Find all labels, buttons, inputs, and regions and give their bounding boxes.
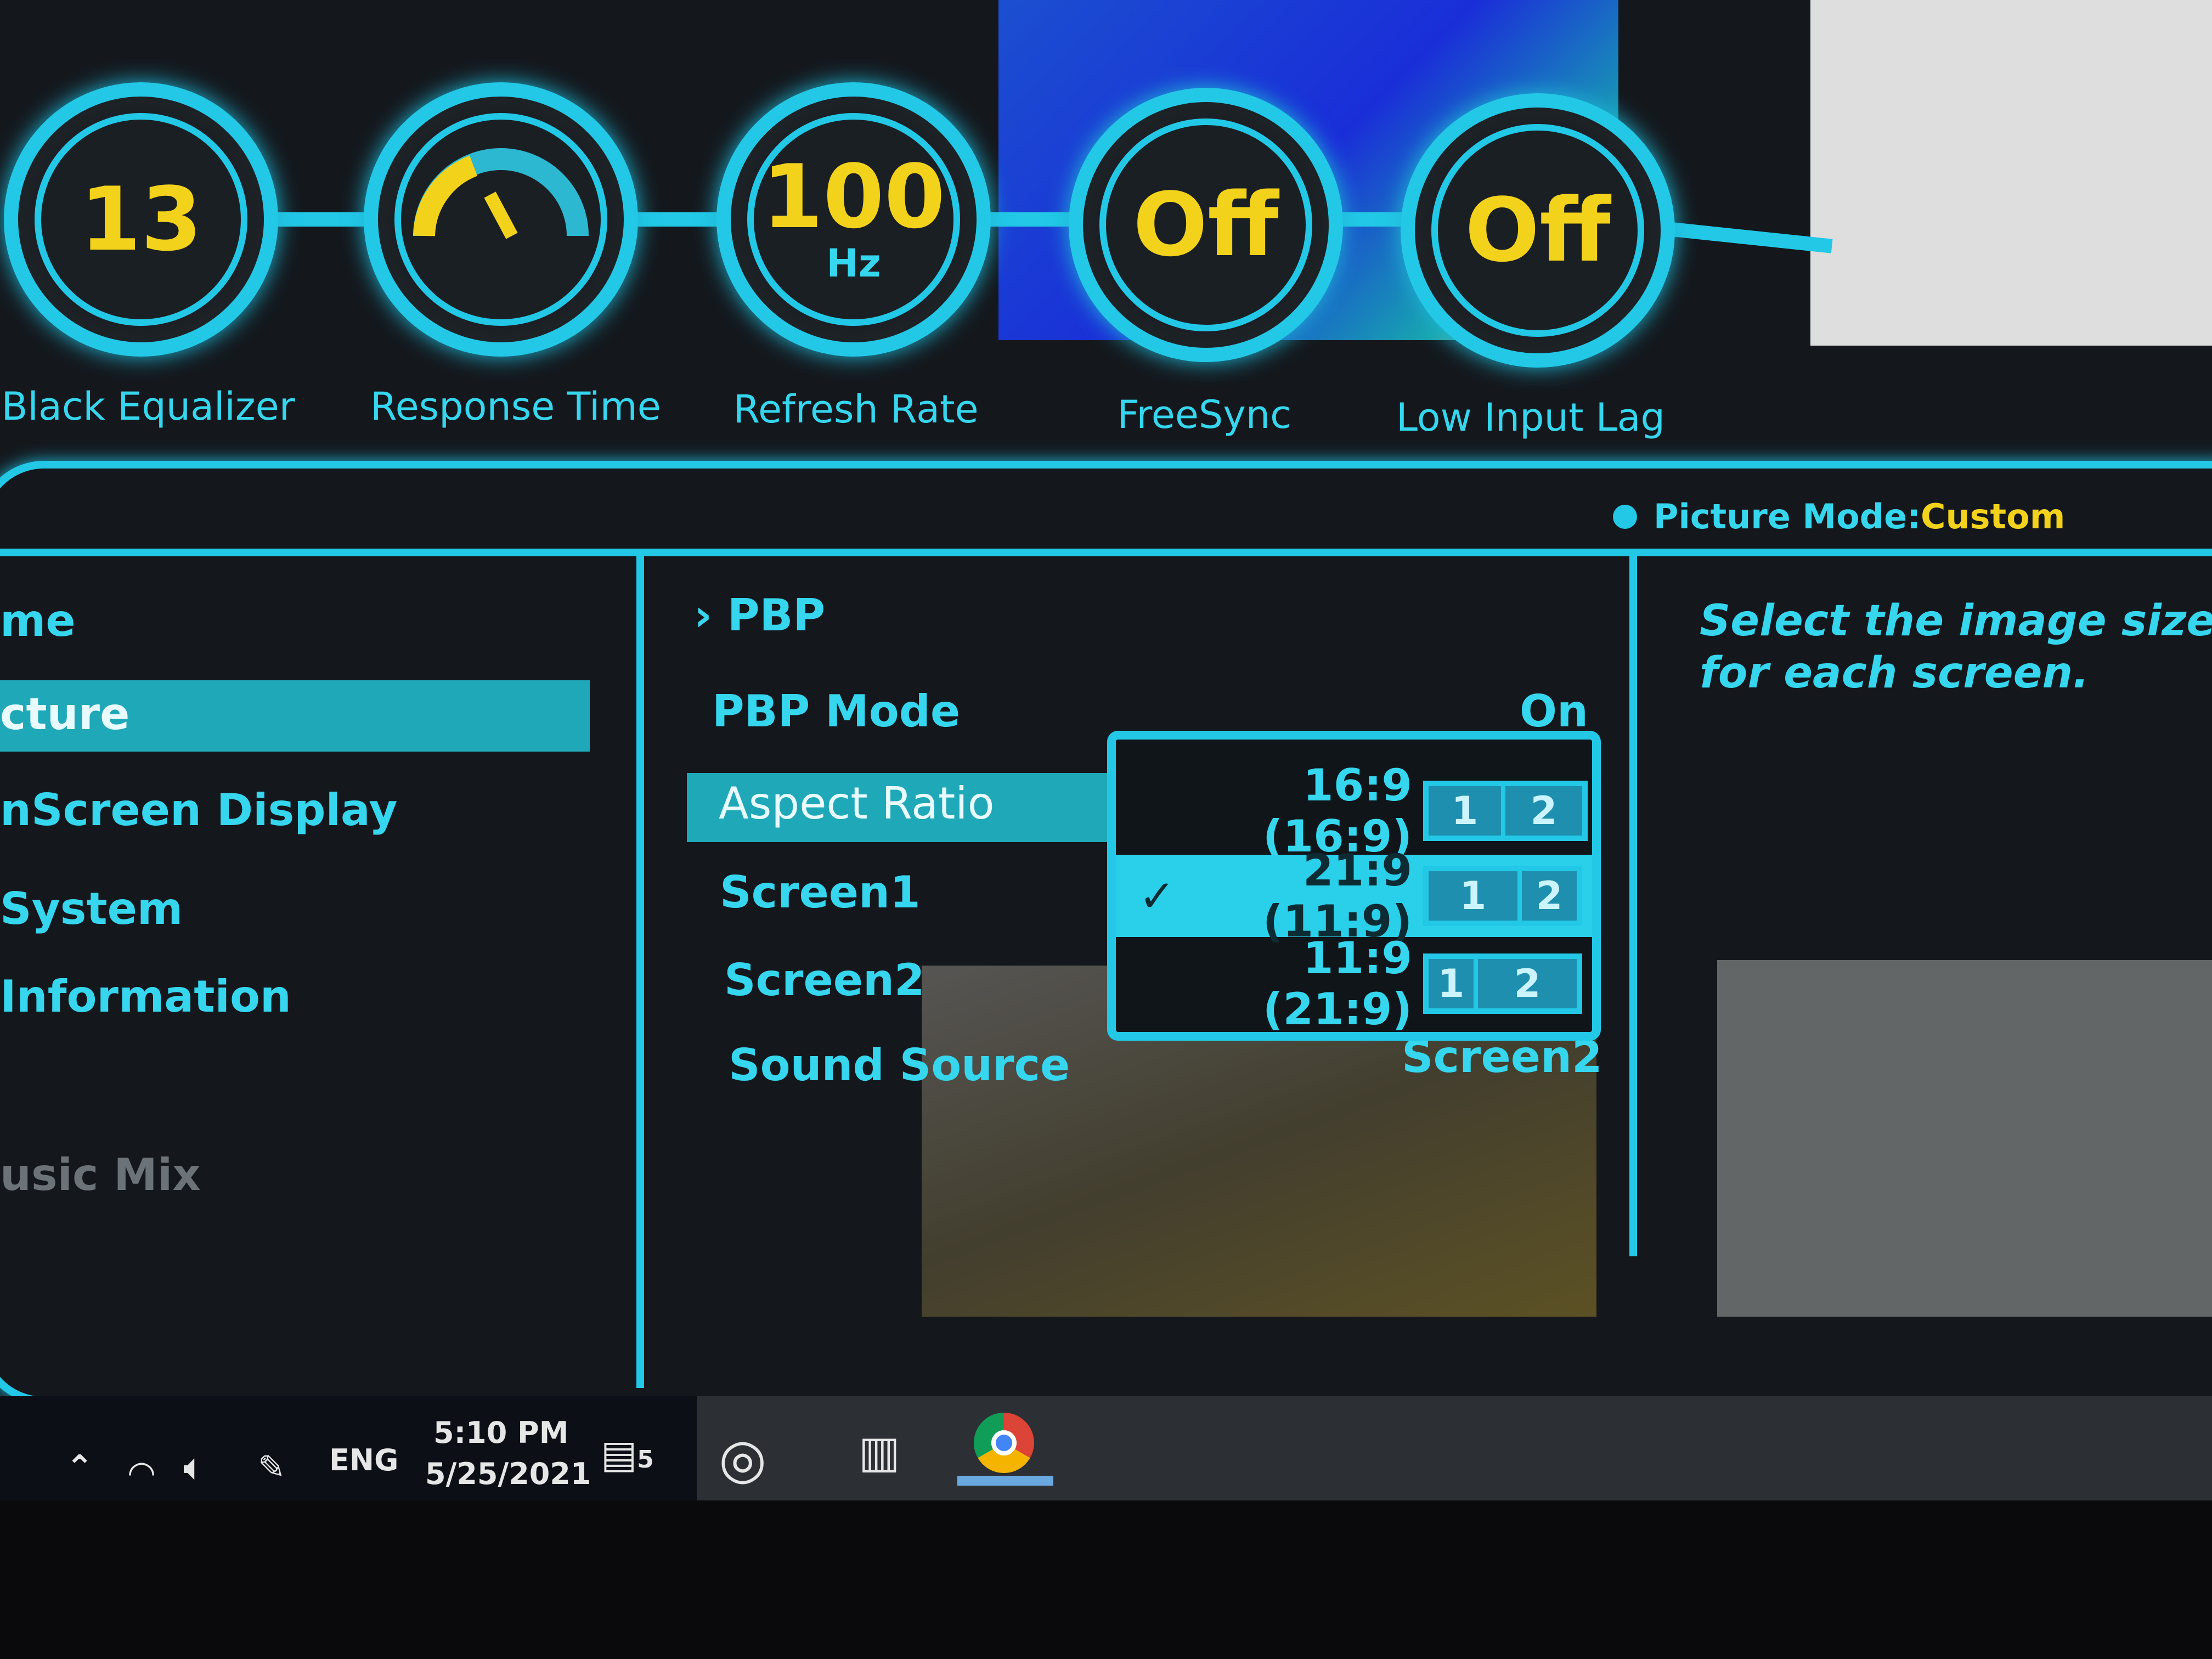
- menu-item-information[interactable]: Information: [0, 971, 291, 1022]
- chrome-active-indicator: [957, 1476, 1053, 1486]
- status-dot-icon: [1613, 504, 1637, 529]
- menu-item-onscreen-display[interactable]: nScreen Display: [0, 785, 398, 836]
- column-divider: [1629, 554, 1637, 1256]
- aspect-ratio-dropdown: 16:9 (16:9) 12 ✓ 21:9 (11:9) 12 11:9 (21…: [1107, 731, 1601, 1041]
- aspect-option-selected[interactable]: ✓ 21:9 (11:9) 12: [1116, 845, 1592, 947]
- gauge-black-equalizer[interactable]: 13: [4, 82, 278, 357]
- speedometer-icon: [413, 148, 589, 239]
- gauge-label: Response Time: [370, 384, 661, 429]
- pen-icon[interactable]: ✎: [258, 1448, 285, 1487]
- gauge-value: Off: [1133, 173, 1279, 276]
- cortana-icon[interactable]: ◎: [719, 1426, 766, 1491]
- gauge-low-input-lag[interactable]: Off: [1401, 93, 1675, 368]
- gauge-label: Low Input Lag: [1396, 395, 1665, 440]
- gauge-label: FreeSync: [1117, 392, 1291, 437]
- language-indicator[interactable]: ENG: [329, 1443, 398, 1477]
- screen1-item[interactable]: Screen1: [720, 867, 921, 918]
- task-view-icon[interactable]: ▥: [859, 1426, 900, 1477]
- screen-split-icon: 12: [1423, 953, 1582, 1014]
- chevron-right-icon: ›: [694, 590, 727, 641]
- submenu-title: PBP: [727, 590, 826, 641]
- option-label: 21:9 (11:9): [1262, 845, 1412, 947]
- help-text: Select the image size for each screen.: [1700, 596, 2212, 698]
- wifi-icon[interactable]: ◠: [129, 1454, 154, 1492]
- gauge-label: Black Equalizer: [1, 384, 295, 429]
- taskbar-apps-area: [697, 1396, 2212, 1500]
- gauge-connector: [1667, 222, 1833, 253]
- gauge-response-time[interactable]: [364, 82, 638, 357]
- notifications-icon[interactable]: ▤5: [601, 1432, 654, 1477]
- gauge-label: Refresh Rate: [733, 387, 979, 432]
- column-divider: [636, 554, 644, 1388]
- aspect-ratio-item[interactable]: Aspect Ratio: [719, 778, 995, 829]
- checkmark-icon: ✓: [1138, 870, 1176, 922]
- gauge-value: 100: [762, 145, 945, 248]
- clock-date[interactable]: 5/25/2021: [425, 1457, 591, 1491]
- chrome-icon[interactable]: [974, 1413, 1034, 1473]
- gauge-freesync[interactable]: Off: [1069, 88, 1343, 362]
- menu-item-picture[interactable]: cture: [0, 689, 129, 740]
- menu-item-game[interactable]: me: [0, 595, 76, 646]
- header-divider: [0, 549, 2212, 556]
- gauge-value: 13: [80, 168, 202, 270]
- gauge-unit: Hz: [826, 241, 881, 286]
- screen2-item[interactable]: Screen2: [724, 955, 925, 1006]
- picture-mode-status: Picture Mode: Custom: [1613, 496, 2065, 537]
- menu-item-music-mix[interactable]: usic Mix: [0, 1149, 201, 1200]
- volume-icon[interactable]: 🔈︎: [184, 1448, 204, 1487]
- notification-count: 5: [637, 1446, 654, 1474]
- sound-source-item[interactable]: Sound Source: [729, 1040, 1070, 1091]
- menu-item-system[interactable]: System: [0, 883, 183, 934]
- pbp-mode-value: On: [1520, 686, 1588, 737]
- background-chart-window: [1810, 0, 2212, 346]
- show-hidden-icons-button[interactable]: ⌃: [66, 1448, 93, 1487]
- submenu-header: › PBP: [694, 590, 825, 641]
- pbp-mode-item[interactable]: PBP Mode: [712, 686, 960, 737]
- aspect-option[interactable]: 16:9 (16:9) 12: [1116, 760, 1592, 862]
- picture-mode-label: Picture Mode:: [1654, 496, 1921, 537]
- gauge-value: Off: [1465, 179, 1611, 281]
- clock-time[interactable]: 5:10 PM: [433, 1415, 568, 1450]
- aspect-option[interactable]: 11:9 (21:9) 12: [1116, 933, 1592, 1035]
- monitor-bezel: [0, 1500, 2212, 1659]
- screen-split-icon: 12: [1423, 866, 1582, 926]
- option-label: 11:9 (21:9): [1262, 933, 1412, 1035]
- picture-mode-value: Custom: [1920, 496, 2066, 537]
- screen-split-icon: 12: [1423, 781, 1588, 841]
- gauge-refresh-rate[interactable]: 100 Hz: [716, 82, 991, 357]
